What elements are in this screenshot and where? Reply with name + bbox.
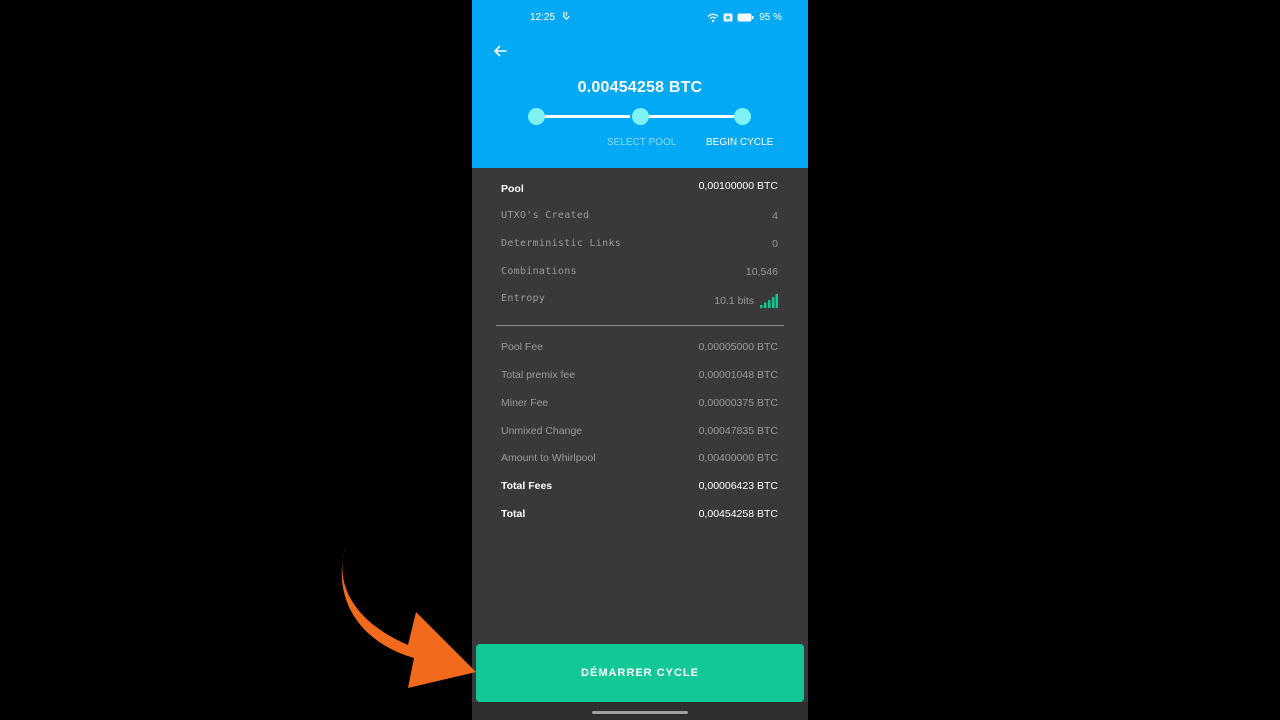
total-premix-fee-label: Total premix fee <box>501 369 576 381</box>
step-1-dot <box>528 108 545 125</box>
battery-level: 95 % <box>759 12 782 23</box>
total-fees-label: Total Fees <box>501 480 553 492</box>
step-label-begin-cycle: BEGIN CYCLE <box>706 137 774 148</box>
phone-screen: 12:25 95 % 0.00454258 BTC SELECT POOL BE… <box>472 0 808 720</box>
miner-fee-label: Miner Fee <box>501 397 549 409</box>
back-button[interactable] <box>490 42 510 60</box>
step-label-select-pool: SELECT POOL <box>607 137 677 148</box>
combinations-label: Combinations <box>501 266 577 277</box>
combinations-row: Combinations 10,546 <box>501 266 778 282</box>
total-label: Total <box>501 508 526 520</box>
utxos-created-value: 4 <box>772 210 778 222</box>
entropy-label: Entropy <box>501 293 546 304</box>
miner-fee-row: Miner Fee 0,00000375 BTC <box>501 397 778 413</box>
pool-value: 0,00100000 BTC <box>698 180 778 192</box>
arrow-left-icon <box>493 45 507 57</box>
pool-fee-value: 0,00005000 BTC <box>698 341 778 353</box>
orange-arrow-annotation <box>341 546 476 688</box>
utxos-created-label: UTXO's Created <box>501 210 590 221</box>
deterministic-links-value: 0 <box>772 238 778 250</box>
combinations-value: 10,546 <box>745 266 778 278</box>
pool-label: Pool <box>501 183 524 195</box>
miner-fee-value: 0,00000375 BTC <box>698 397 778 409</box>
total-row: Total 0,00454258 BTC <box>501 508 778 524</box>
amount-title: 0.00454258 BTC <box>577 79 703 96</box>
total-premix-fee-value: 0,00001048 BTC <box>698 369 778 381</box>
amount-to-whirlpool-label: Amount to Whirlpool <box>501 452 596 464</box>
status-time: 12:25 <box>530 12 556 23</box>
stepper-line <box>648 114 734 118</box>
entropy-value: 10.1 bits <box>714 295 754 307</box>
pool-row: Pool 0,00100000 BTC <box>501 180 778 197</box>
battery-icon <box>737 13 754 22</box>
home-indicator[interactable] <box>592 711 688 714</box>
wifi-icon <box>707 13 719 23</box>
deterministic-links-row: Deterministic Links 0 <box>501 238 778 254</box>
total-value: 0,00454258 BTC <box>698 508 778 520</box>
total-fees-row: Total Fees 0,00006423 BTC <box>501 480 778 496</box>
stepper-line <box>544 114 630 118</box>
pool-fee-label: Pool Fee <box>501 341 544 353</box>
step-2-dot <box>632 108 649 125</box>
notification-icon <box>562 11 571 22</box>
total-fees-value: 0,00006423 BTC <box>698 480 778 492</box>
total-premix-fee-row: Total premix fee 0,00001048 BTC <box>501 369 778 385</box>
pool-fee-row: Pool Fee 0,00005000 BTC <box>501 341 778 357</box>
entropy-row: Entropy 10.1 bits <box>501 293 778 309</box>
step-3-dot <box>734 108 751 125</box>
sim-icon <box>723 13 733 22</box>
divider <box>496 325 784 326</box>
amount-to-whirlpool-value: 0,00400000 BTC <box>698 452 778 464</box>
unmixed-change-row: Unmixed Change 0,00047835 BTC <box>501 425 778 441</box>
unmixed-change-label: Unmixed Change <box>501 425 583 437</box>
unmixed-change-value: 0,00047835 BTC <box>698 425 778 437</box>
deterministic-links-label: Deterministic Links <box>501 238 622 249</box>
amount-to-whirlpool-row: Amount to Whirlpool 0,00400000 BTC <box>501 452 778 468</box>
signal-bars-icon <box>760 294 778 308</box>
status-bar: 12:25 95 % <box>472 10 808 26</box>
utxos-created-row: UTXO's Created 4 <box>501 210 778 226</box>
header: 12:25 95 % 0.00454258 BTC SELECT POOL BE… <box>472 0 808 168</box>
start-cycle-button[interactable]: DÉMARRER CYCLE <box>476 644 804 702</box>
